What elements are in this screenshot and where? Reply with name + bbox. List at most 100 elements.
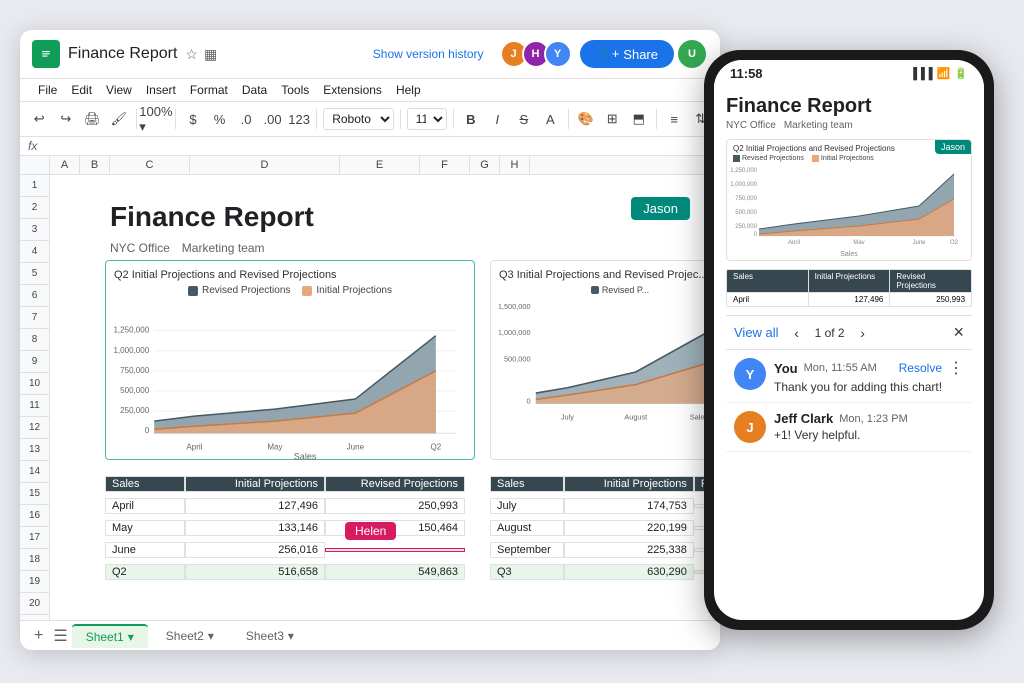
jason-collaborator-tag: Jason (631, 197, 690, 220)
undo-button[interactable]: ↩ (28, 106, 51, 132)
svg-text:1,250,000: 1,250,000 (114, 326, 150, 335)
user-avatar[interactable]: U (676, 38, 708, 70)
rh-15[interactable]: 15 (20, 483, 49, 505)
rh-16[interactable]: 16 (20, 505, 49, 527)
menu-data[interactable]: Data (236, 81, 273, 99)
align-button[interactable]: ≡ (663, 106, 686, 132)
font-color-button[interactable]: A (539, 106, 562, 132)
rh-21[interactable]: 21 (20, 615, 49, 620)
dt-q3-row-august[interactable]: August 220,199 (490, 517, 720, 539)
chart-q3-svg: 1,500,000 1,000,000 500,000 0 July Augus… (499, 297, 720, 447)
next-comment-button[interactable]: › (853, 323, 873, 343)
sheet-tab-2[interactable]: Sheet2 ▾ (152, 625, 228, 647)
close-comments-button[interactable]: × (953, 322, 964, 343)
legend-initial-label: Initial Projections (316, 285, 392, 296)
col-header-c[interactable]: C (110, 156, 190, 174)
q3-legend-revised-label: Revised P... (602, 285, 649, 295)
menu-edit[interactable]: Edit (65, 81, 98, 99)
col-header-e[interactable]: E (340, 156, 420, 174)
print-button[interactable]: 🖨 (81, 106, 104, 132)
svg-text:750,000: 750,000 (120, 366, 150, 375)
dt-q3-row-july[interactable]: July 174,753 (490, 495, 720, 517)
phone-status-icons: ▐▐▐ 📶 🔋 (909, 67, 968, 80)
italic-button[interactable]: I (486, 106, 509, 132)
resolve-button[interactable]: Resolve (899, 361, 942, 375)
col-header-g[interactable]: G (470, 156, 500, 174)
rh-10[interactable]: 10 (20, 373, 49, 395)
rh-19[interactable]: 19 (20, 571, 49, 593)
svg-text:500,000: 500,000 (504, 354, 531, 363)
col-header-f[interactable]: F (420, 156, 470, 174)
dt-cell-june-revised[interactable] (325, 548, 465, 552)
sheet-content: A B C D E F G H 1 2 3 4 5 6 7 8 (20, 156, 720, 620)
font-select[interactable]: Roboto (323, 108, 394, 130)
fill-color-button[interactable]: 🎨 (574, 106, 597, 132)
svg-text:Q2: Q2 (950, 240, 959, 244)
sheet-list-button[interactable]: ☰ (53, 626, 67, 646)
decimal-dec-button[interactable]: .0 (235, 106, 258, 132)
menu-format[interactable]: Format (184, 81, 234, 99)
col-header-h[interactable]: H (500, 156, 530, 174)
menu-insert[interactable]: Insert (140, 81, 182, 99)
menu-tools[interactable]: Tools (275, 81, 315, 99)
toolbar: ↩ ↪ 🖨 🖌 100% ▾ $ % .0 .00 123 Roboto 11 … (20, 102, 720, 137)
drive-icon[interactable]: ▦ (204, 46, 217, 63)
share-button[interactable]: 👤+ Share (580, 40, 674, 68)
rh-8[interactable]: 8 (20, 329, 49, 351)
version-history-link[interactable]: Show version history (373, 47, 484, 61)
sheet3-chevron: ▾ (288, 629, 294, 643)
rh-4[interactable]: 4 (20, 241, 49, 263)
status-bar: 11:58 ▐▐▐ 📶 🔋 (714, 60, 984, 87)
phone-doc-subtitle: NYC Office Marketing team (726, 120, 972, 131)
rh-2[interactable]: 2 (20, 197, 49, 219)
decimal-inc-button[interactable]: .00 (261, 106, 284, 132)
menu-file[interactable]: File (32, 81, 63, 99)
currency-button[interactable]: $ (182, 106, 205, 132)
format-number-button[interactable]: 123 (288, 106, 311, 132)
menu-extensions[interactable]: Extensions (317, 81, 388, 99)
rh-13[interactable]: 13 (20, 439, 49, 461)
merge-button[interactable]: ⬒ (628, 106, 651, 132)
comment-header-jeff: Jeff Clark Mon, 1:23 PM (774, 411, 964, 426)
rh-1[interactable]: 1 (20, 175, 49, 197)
rh-7[interactable]: 7 (20, 307, 49, 329)
col-header-d[interactable]: D (190, 156, 340, 174)
prev-comment-button[interactable]: ‹ (787, 323, 807, 343)
view-all-link[interactable]: View all (734, 325, 779, 340)
strikethrough-button[interactable]: S (513, 106, 536, 132)
border-button[interactable]: ⊞ (601, 106, 624, 132)
rh-14[interactable]: 14 (20, 461, 49, 483)
col-header-a[interactable]: A (50, 156, 80, 174)
rh-11[interactable]: 11 (20, 395, 49, 417)
phone-mini-row-april[interactable]: April 127,496 250,993 (727, 293, 971, 306)
rh-20[interactable]: 20 (20, 593, 49, 615)
dt-row-june[interactable]: June 256,016 (105, 539, 475, 561)
font-size-select[interactable]: 11 (407, 108, 447, 130)
percent-button[interactable]: % (208, 106, 231, 132)
comment-more-button[interactable]: ⋮ (948, 358, 964, 378)
dt-row-april[interactable]: April 127,496 250,993 (105, 495, 475, 517)
dt-q3-row-q3[interactable]: Q3 630,290 (490, 561, 720, 583)
col-header-b[interactable]: B (80, 156, 110, 174)
sheet-tab-3[interactable]: Sheet3 ▾ (232, 625, 308, 647)
redo-button[interactable]: ↪ (55, 106, 78, 132)
dt-q3-header-sales: Sales (490, 476, 564, 492)
rh-12[interactable]: 12 (20, 417, 49, 439)
rh-5[interactable]: 5 (20, 263, 49, 285)
rh-3[interactable]: 3 (20, 219, 49, 241)
menu-help[interactable]: Help (390, 81, 427, 99)
rh-6[interactable]: 6 (20, 285, 49, 307)
dt-row-may[interactable]: May 133,146 150,464 (105, 517, 475, 539)
dt-row-q2[interactable]: Q2 516,658 549,863 (105, 561, 475, 583)
menu-view[interactable]: View (100, 81, 138, 99)
rh-9[interactable]: 9 (20, 351, 49, 373)
sheet-tab-1[interactable]: Sheet1 ▾ (72, 624, 148, 648)
rh-18[interactable]: 18 (20, 549, 49, 571)
dt-q3-row-september[interactable]: September 225,338 (490, 539, 720, 561)
rh-17[interactable]: 17 (20, 527, 49, 549)
star-icon[interactable]: ☆ (185, 46, 198, 63)
bold-button[interactable]: B (460, 106, 483, 132)
paint-format-button[interactable]: 🖌 (108, 106, 131, 132)
zoom-button[interactable]: 100% ▾ (143, 106, 169, 132)
add-sheet-button[interactable]: + (28, 627, 49, 645)
